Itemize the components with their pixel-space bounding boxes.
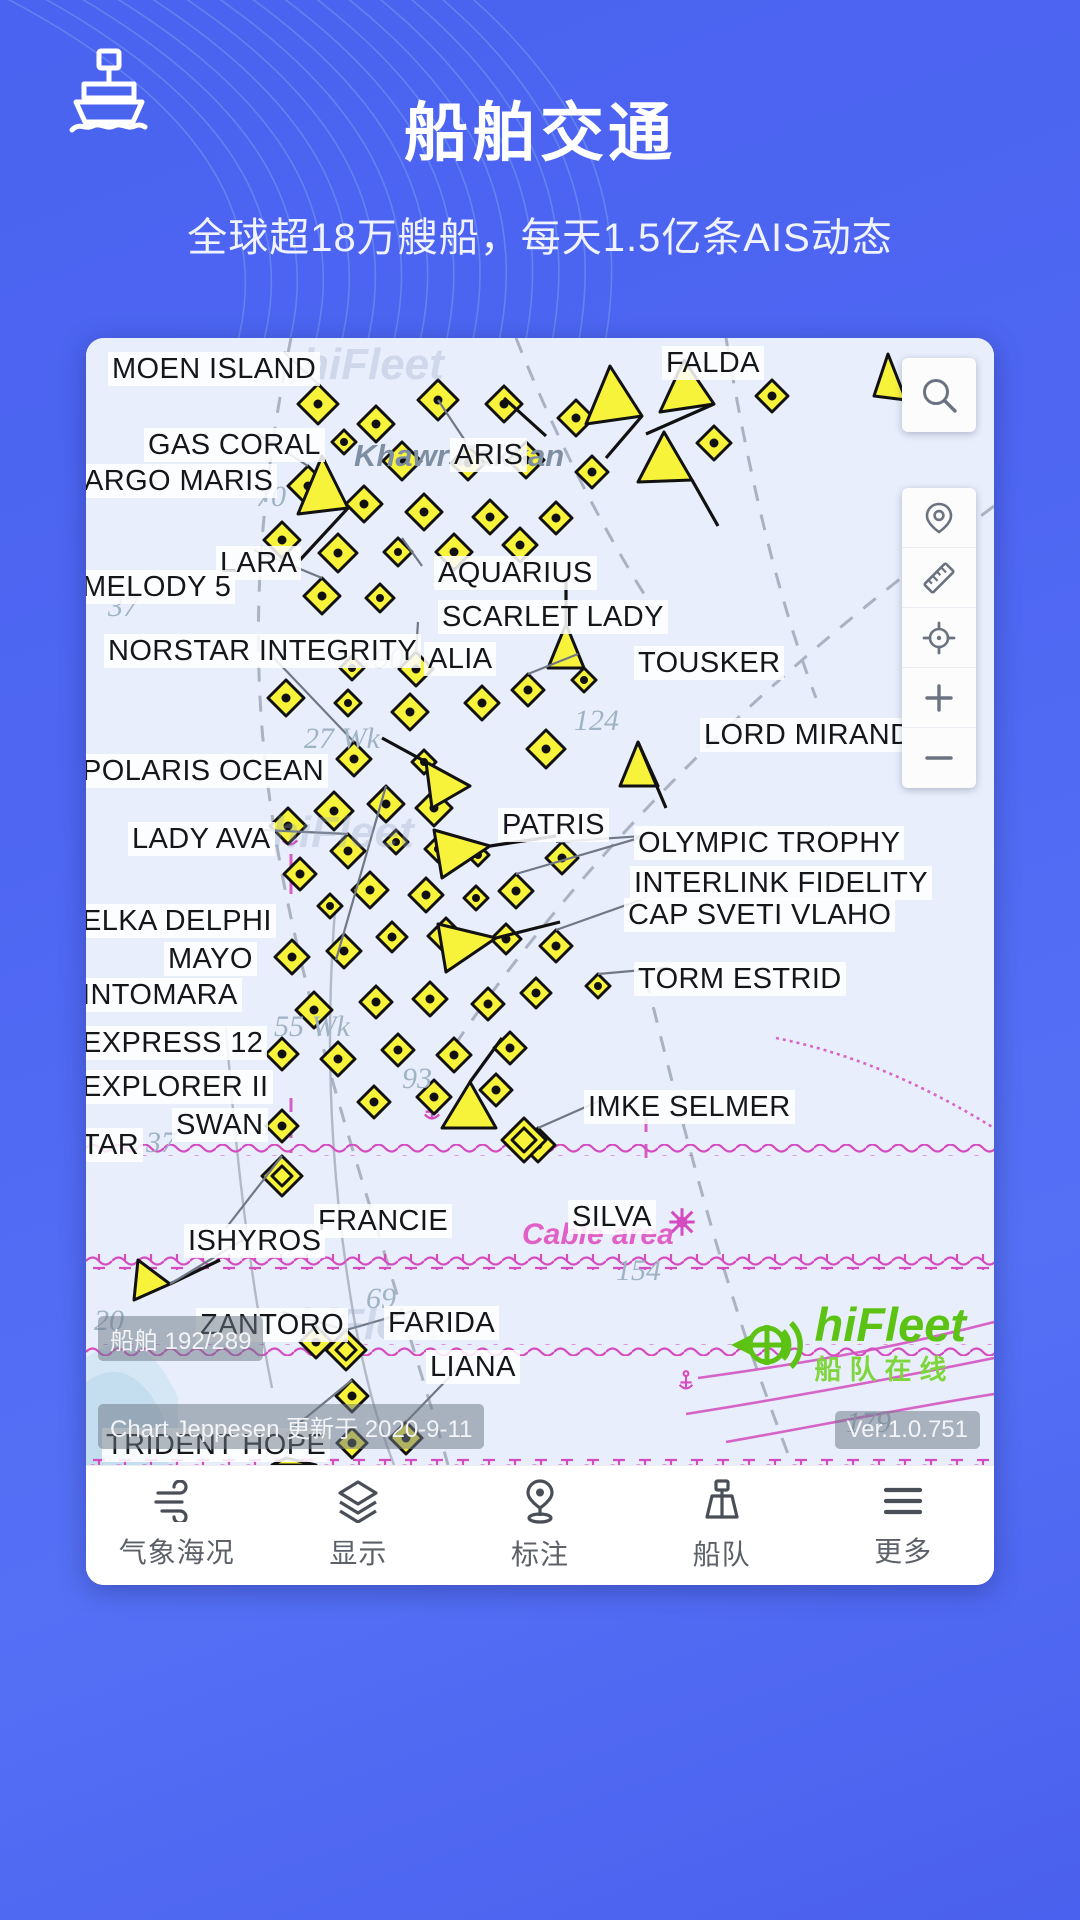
menu-icon bbox=[884, 1487, 923, 1515]
zoom-in-icon bbox=[925, 683, 953, 712]
map-controls[interactable] bbox=[902, 488, 976, 788]
vessel-label[interactable]: CAP SVETI VLAHO bbox=[624, 898, 896, 933]
tab-weather-sea[interactable]: 气象海况 bbox=[86, 1466, 268, 1585]
vessel-label[interactable]: GAS CORAL bbox=[144, 428, 325, 463]
vessel-label[interactable]: ARIS bbox=[450, 438, 528, 473]
vessel-label[interactable]: ARGO MARIS bbox=[86, 464, 278, 499]
crosshair-icon bbox=[922, 621, 956, 654]
depth-sounding: 154 bbox=[616, 1254, 661, 1287]
vessel-label[interactable]: SILVA bbox=[568, 1200, 656, 1235]
bottom-navigation[interactable]: 气象海况 显示 标注 船队 更多 bbox=[86, 1465, 994, 1585]
tab-label: 气象海况 bbox=[118, 1537, 235, 1568]
vessel-label[interactable]: TAR bbox=[86, 1128, 144, 1163]
tab-label: 显示 bbox=[329, 1538, 388, 1569]
vessel-label[interactable]: PATRIS bbox=[498, 808, 609, 843]
tab-annotation[interactable]: 标注 bbox=[449, 1466, 631, 1585]
vessel-label[interactable]: ISHYROS bbox=[184, 1224, 326, 1259]
vessel-label[interactable]: FARIDA bbox=[384, 1306, 500, 1341]
ship-count-badge: 船舶 192/289 bbox=[98, 1316, 264, 1361]
vessel-label[interactable]: AQUARIUS bbox=[434, 556, 597, 591]
depth-sounding: 55 Wk bbox=[274, 1010, 350, 1043]
map-canvas[interactable]: hiFleet hiFleet hiFleet Khawr Fakkan Cab… bbox=[86, 338, 994, 1465]
tab-fleet[interactable]: 船队 bbox=[631, 1466, 813, 1585]
vessel-label[interactable]: ELKA DELPHI bbox=[86, 904, 276, 939]
search-button[interactable] bbox=[902, 358, 976, 432]
vessel-label[interactable]: INTERLINK FIDELITY bbox=[630, 866, 933, 901]
phone-frame: hiFleet hiFleet hiFleet Khawr Fakkan Cab… bbox=[86, 338, 994, 1585]
vessel-label[interactable]: INTOMARA bbox=[86, 978, 242, 1013]
zoom-out-button[interactable] bbox=[902, 728, 976, 788]
depth-sounding: 124 bbox=[574, 704, 619, 737]
map-watermark: hiFleet bbox=[302, 340, 444, 389]
center-button[interactable] bbox=[902, 608, 976, 668]
vessel-label[interactable]: LIANA bbox=[426, 1350, 520, 1385]
vessel-label[interactable]: LORD MIRANDA bbox=[700, 718, 936, 753]
depth-sounding: 27 Wk bbox=[304, 722, 380, 755]
tab-label: 船队 bbox=[692, 1539, 751, 1570]
vessel-label[interactable]: TOUSKER bbox=[634, 646, 785, 681]
vessel-label[interactable]: MOEN ISLAND bbox=[108, 352, 321, 387]
hifleet-logo-sub: 船队在线 bbox=[814, 1355, 955, 1385]
hifleet-logo-main: hiFleet bbox=[814, 1298, 966, 1352]
tab-label: 标注 bbox=[510, 1539, 569, 1570]
locate-button[interactable] bbox=[902, 488, 976, 548]
vessel-label[interactable]: MELODY 5 bbox=[86, 570, 236, 605]
vessel-label[interactable]: SWAN bbox=[172, 1108, 268, 1143]
vessel-label[interactable]: EXPLORER II bbox=[86, 1070, 273, 1105]
page-subtitle: 全球超18万艘船，每天1.5亿条AIS动态 bbox=[187, 216, 893, 260]
measure-button[interactable] bbox=[902, 548, 976, 608]
hifleet-mark-icon bbox=[730, 1321, 803, 1370]
search-icon bbox=[923, 379, 957, 413]
vessel-label[interactable]: LADY AVA bbox=[128, 822, 275, 857]
vessel-label[interactable]: FRANCIE bbox=[314, 1204, 453, 1239]
zoom-in-button[interactable] bbox=[902, 668, 976, 728]
vessel-label[interactable]: TORM ESTRID bbox=[634, 962, 846, 997]
zoom-out-icon bbox=[925, 756, 953, 760]
vessel-label[interactable]: ALIA bbox=[424, 642, 497, 677]
hifleet-logo: hiFleet 船队在线 bbox=[725, 1298, 966, 1387]
depth-sounding: 93 bbox=[402, 1062, 432, 1095]
hero-header: 船舶交通 全球超18万艘船，每天1.5亿条AIS动态 bbox=[0, 0, 1080, 340]
wind-wave-icon bbox=[154, 1480, 188, 1522]
tab-more[interactable]: 更多 bbox=[812, 1466, 994, 1585]
vessel-label[interactable]: OLYMPIC TROPHY bbox=[634, 826, 905, 861]
tab-display[interactable]: 显示 bbox=[268, 1466, 450, 1585]
vessel-label[interactable]: SCARLET LADY bbox=[438, 600, 668, 635]
page-title: 船舶交通 bbox=[404, 97, 676, 169]
map-watermark: hiFleet bbox=[272, 808, 414, 857]
vessel-label[interactable]: NORSTAR INTEGRITY bbox=[104, 634, 422, 669]
chart-source-badge: Chart Jeppesen 更新于 2020-9-11 bbox=[98, 1404, 485, 1449]
map-pin-icon bbox=[526, 1479, 554, 1524]
vessel-label[interactable]: FALDA bbox=[662, 346, 764, 381]
vessel-label[interactable]: POLARIS OCEAN bbox=[86, 754, 329, 789]
fleet-ship-icon bbox=[704, 1479, 739, 1519]
vessel-label[interactable]: MAYO bbox=[164, 942, 257, 977]
vessel-label[interactable]: EXPRESS 12 bbox=[86, 1026, 268, 1061]
ruler-icon bbox=[923, 561, 955, 594]
location-pin-icon bbox=[925, 502, 953, 534]
vessel-label[interactable]: IMKE SELMER bbox=[584, 1090, 795, 1125]
layers-icon bbox=[338, 1480, 378, 1523]
version-badge: Ver.1.0.751 bbox=[834, 1411, 980, 1449]
tab-label: 更多 bbox=[874, 1536, 933, 1567]
